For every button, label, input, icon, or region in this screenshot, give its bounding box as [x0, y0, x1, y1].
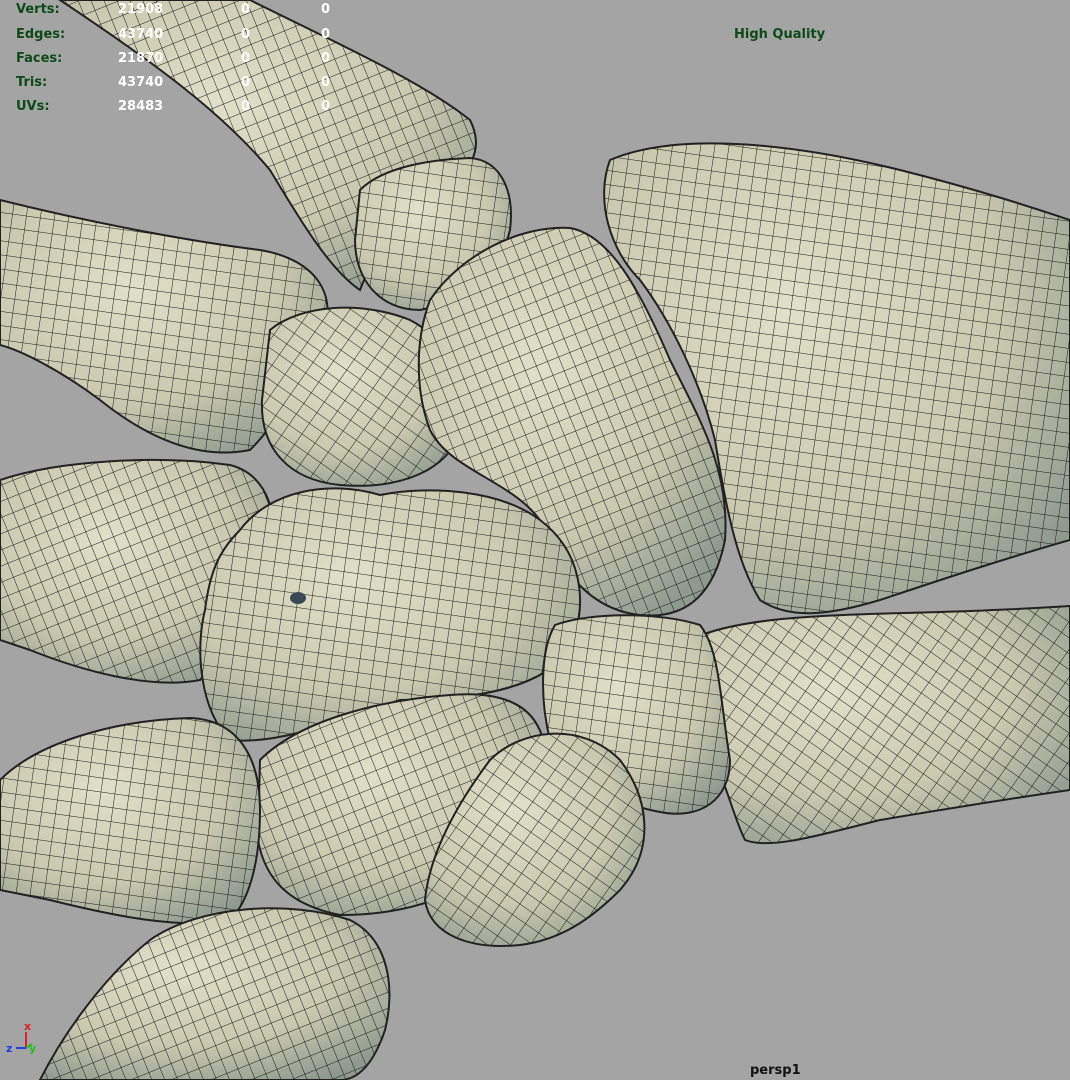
axis-y-label: y — [29, 1042, 36, 1055]
render-quality-label: High Quality — [734, 27, 826, 42]
bone-metacarpal-lower[interactable] — [0, 716, 262, 925]
bone-ulna[interactable] — [674, 604, 1070, 845]
axis-x-label: x — [24, 1020, 31, 1033]
bone-phalanx-bottom[interactable] — [38, 907, 391, 1080]
mesh-scene[interactable] — [0, 0, 1070, 1080]
axis-gizmo-icon: x y z — [6, 1020, 36, 1055]
camera-name-label: persp1 — [750, 1063, 801, 1078]
axis-z-label: z — [6, 1042, 12, 1055]
perspective-viewport[interactable]: Verts: 21908 0 0 Edges: 43740 0 0 Faces:… — [0, 0, 1070, 1080]
